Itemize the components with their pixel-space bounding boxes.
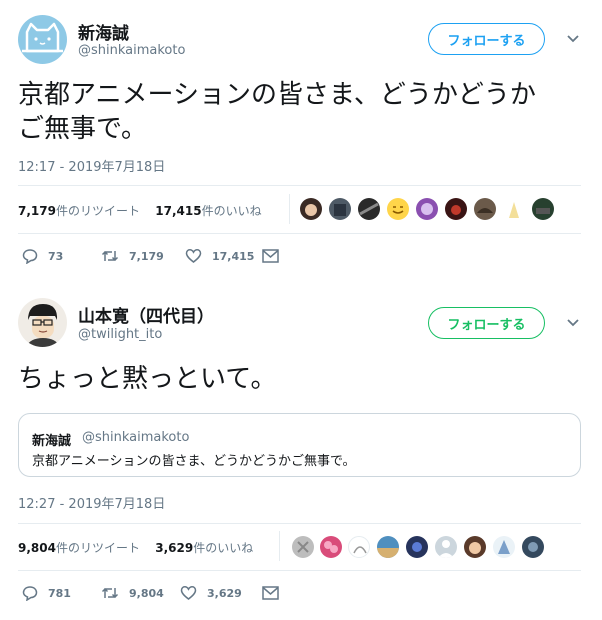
liker-avatar[interactable] <box>416 198 438 220</box>
author-handle[interactable]: @shinkaimakoto <box>78 43 185 58</box>
reply-icon <box>22 249 38 264</box>
reply-count: 73 <box>48 249 64 263</box>
divider <box>18 523 581 524</box>
dm-icon[interactable] <box>262 586 279 600</box>
liker-avatar[interactable] <box>358 198 380 220</box>
reply-count: 781 <box>48 586 71 600</box>
likes-count[interactable]: 3,629 <box>155 541 193 555</box>
liker-avatar[interactable] <box>406 536 428 558</box>
divider <box>18 570 581 571</box>
retweets-label[interactable]: 件のリツイート <box>56 204 140 218</box>
reply-action[interactable]: 781 <box>22 585 71 601</box>
liker-avatar[interactable] <box>387 198 409 220</box>
tweet-text-line-1: ちょっと黙っといて。 <box>18 364 277 394</box>
engagement-stats: 7,179件のリツイート 17,415件のいいね <box>18 202 262 219</box>
retweet-count: 9,804 <box>129 586 164 600</box>
retweet-icon <box>101 587 119 599</box>
retweet-action[interactable]: 9,804 <box>101 585 164 601</box>
like-action[interactable]: 17,415 <box>185 248 254 264</box>
retweets-count[interactable]: 7,179 <box>18 204 56 218</box>
retweet-count: 7,179 <box>129 249 164 263</box>
liker-avatar[interactable] <box>329 198 351 220</box>
author-avatar-person-icon[interactable] <box>18 298 67 347</box>
tweet-2: 山本寛（四代目） @twilight_ito フォローする ちょっと黙っといて。… <box>0 283 602 620</box>
reply-icon <box>22 586 38 601</box>
stats-divider <box>289 194 290 224</box>
liker-avatar[interactable] <box>377 536 399 558</box>
divider <box>18 233 581 234</box>
chevron-down-icon[interactable] <box>565 315 581 331</box>
follow-button[interactable]: フォローする <box>428 23 545 55</box>
quoted-tweet[interactable]: 新海誠 @shinkaimakoto 京都アニメーションの皆さま、どうかどうかご… <box>18 413 581 477</box>
divider <box>18 185 581 186</box>
liker-avatar[interactable] <box>532 198 554 220</box>
liker-avatar[interactable] <box>464 536 486 558</box>
liker-avatar[interactable] <box>503 198 525 220</box>
like-icon <box>180 586 197 600</box>
reply-action[interactable]: 73 <box>22 248 63 264</box>
likes-count[interactable]: 17,415 <box>155 204 201 218</box>
dm-icon[interactable] <box>262 249 279 263</box>
retweets-count[interactable]: 9,804 <box>18 541 56 555</box>
quoted-text: 京都アニメーションの皆さま、どうかどうかご無事で。 <box>32 454 356 469</box>
like-action[interactable]: 3,629 <box>180 585 242 601</box>
author-name[interactable]: 新海誠 <box>78 19 129 44</box>
liker-avatar[interactable] <box>435 536 457 558</box>
quoted-author-handle: @shinkaimakoto <box>82 430 190 445</box>
chevron-down-icon[interactable] <box>565 31 581 47</box>
like-icon <box>185 249 202 263</box>
quoted-author-name: 新海誠 <box>32 434 72 449</box>
likes-label[interactable]: 件のいいね <box>193 541 253 555</box>
tweet-text-line-1: 京都アニメーションの皆さま、どうかどうか <box>18 80 536 110</box>
author-handle[interactable]: @twilight_ito <box>78 327 162 342</box>
liker-avatar[interactable] <box>474 198 496 220</box>
liker-avatar[interactable] <box>300 198 322 220</box>
tweet-timestamp[interactable]: 12:17 - 2019年7月18日 <box>18 156 165 175</box>
liker-avatar[interactable] <box>493 536 515 558</box>
stats-divider <box>279 531 280 561</box>
engagement-stats: 9,804件のリツイート 3,629件のいいね <box>18 539 253 556</box>
like-count: 17,415 <box>212 249 255 263</box>
liker-avatar[interactable] <box>292 536 314 558</box>
author-name[interactable]: 山本寛（四代目） <box>78 302 214 327</box>
liker-avatar[interactable] <box>522 536 544 558</box>
tweet-1: 新海誠 @shinkaimakoto フォローする 京都アニメーションの皆さま、… <box>0 0 602 283</box>
tweet-timestamp[interactable]: 12:27 - 2019年7月18日 <box>18 493 165 512</box>
retweet-action[interactable]: 7,179 <box>101 248 164 264</box>
author-avatar-cat-icon[interactable] <box>18 15 67 64</box>
tweet-text-line-2: ご無事で。 <box>18 114 147 144</box>
retweet-icon <box>101 250 119 262</box>
liker-avatar[interactable] <box>445 198 467 220</box>
retweets-label[interactable]: 件のリツイート <box>56 541 140 555</box>
follow-button[interactable]: フォローする <box>428 307 545 339</box>
liker-avatar[interactable] <box>320 536 342 558</box>
likes-label[interactable]: 件のいいね <box>202 204 262 218</box>
liker-avatar[interactable] <box>348 536 370 558</box>
like-count: 3,629 <box>207 586 242 600</box>
